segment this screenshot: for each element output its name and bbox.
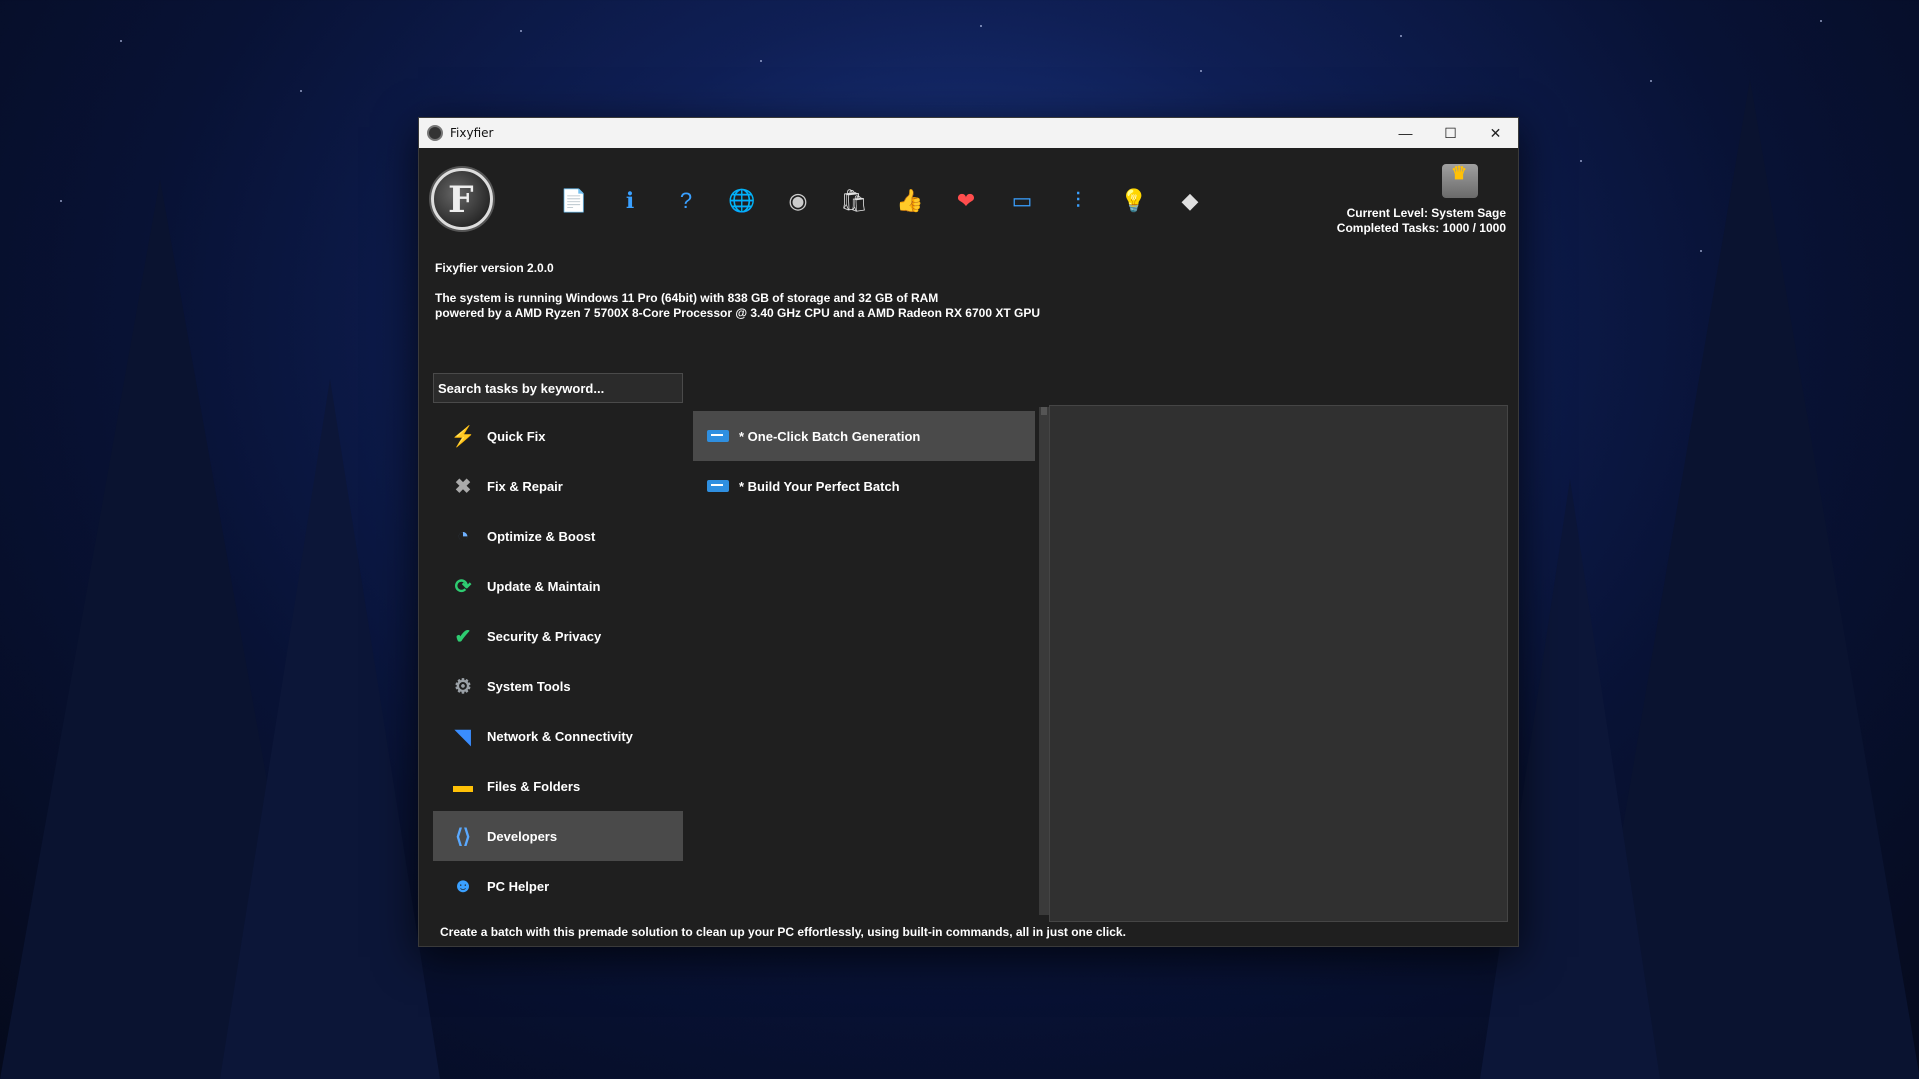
eraser-icon[interactable]: ◆ (1175, 186, 1205, 216)
system-info-line-1: The system is running Windows 11 Pro (64… (435, 291, 939, 305)
toolbar: 📄 ℹ? 🌐 ◉ 🛍 👍 ❤ ▭ ⫶ 💡 ◆ (559, 186, 1205, 216)
maximize-button[interactable]: ☐ (1428, 118, 1473, 148)
level-badge-icon[interactable] (1442, 164, 1478, 198)
category-icon: ▬ (453, 774, 473, 797)
category-list: ⚡ Quick Fix ✖ Fix & Repair ◔ Optimize & Boost… (433, 411, 683, 911)
task-item[interactable]: * Build Your Perfect Batch (693, 461, 1035, 511)
category-label: PC Helper (487, 878, 550, 894)
donate-heart-icon[interactable]: ❤ (951, 186, 981, 216)
help-icon[interactable]: ? (671, 186, 701, 216)
info-icon[interactable]: ℹ (615, 186, 645, 216)
task-list: * One-Click Batch Generation * Build Your… (693, 411, 1035, 921)
task-label: * One-Click Batch Generation (739, 428, 921, 444)
category-pc-helper[interactable]: ☻ PC Helper (433, 861, 683, 911)
current-level: Current Level: System Sage (1346, 206, 1506, 220)
category-label: Files & Folders (487, 778, 581, 794)
title-bar[interactable]: Fixyfier — ☐ ✕ (419, 118, 1518, 148)
sliders-icon[interactable]: ⫶ (1063, 186, 1093, 216)
category-quick-fix[interactable]: ⚡ Quick Fix (433, 411, 683, 461)
store-icon[interactable]: 🛍 (839, 186, 869, 216)
category-optimize-boost[interactable]: ◔ Optimize & Boost (433, 511, 683, 561)
task-item[interactable]: * One-Click Batch Generation (693, 411, 1035, 461)
category-label: Developers (487, 828, 558, 844)
github-icon[interactable]: ◉ (783, 186, 813, 216)
www-icon[interactable]: 🌐 (727, 186, 757, 216)
category-icon: ✖ (454, 475, 472, 498)
search-input[interactable] (433, 373, 683, 403)
window-toggle-icon[interactable]: ▭ (1007, 186, 1037, 216)
document-icon[interactable]: 📄 (559, 186, 589, 216)
app-window: Fixyfier — ☐ ✕ 📄 ℹ? 🌐 ◉ 🛍 👍 ❤ ▭ ⫶ 💡 ◆ Current Leve… (418, 117, 1519, 947)
category-developers[interactable]: ⟨⟩ Developers (433, 811, 683, 861)
task-list-scrollbar[interactable] (1039, 407, 1049, 915)
batch-icon (707, 480, 729, 492)
category-label: System Tools (487, 678, 571, 694)
category-icon: ◔ (456, 524, 470, 547)
version-label: Fixyfier version 2.0.0 (435, 261, 554, 275)
category-icon: ⟳ (454, 575, 472, 598)
category-icon: ☻ (452, 874, 474, 897)
completed-tasks: Completed Tasks: 1000 / 1000 (1336, 221, 1506, 235)
task-detail-panel (1049, 405, 1508, 922)
window-title: Fixyfier (450, 126, 494, 140)
category-label: Quick Fix (487, 428, 546, 444)
app-icon (427, 125, 443, 141)
category-fix-repair[interactable]: ✖ Fix & Repair (433, 461, 683, 511)
category-icon: ◥ (455, 725, 471, 748)
lightbulb-icon[interactable]: 💡 (1119, 186, 1149, 216)
category-security-privacy[interactable]: ✔ Security & Privacy (433, 611, 683, 661)
category-icon: ⚡ (450, 425, 476, 448)
fixyfier-logo[interactable] (431, 168, 493, 230)
category-files-folders[interactable]: ▬ Files & Folders (433, 761, 683, 811)
minimize-button[interactable]: — (1383, 118, 1428, 148)
category-label: Optimize & Boost (487, 528, 596, 544)
task-label: * Build Your Perfect Batch (739, 478, 900, 494)
category-update-maintain[interactable]: ⟳ Update & Maintain (433, 561, 683, 611)
task-description: Create a batch with this premade solutio… (440, 925, 1126, 939)
category-label: Fix & Repair (487, 478, 563, 494)
thumbs-up-icon[interactable]: 👍 (895, 186, 925, 216)
category-icon: ⚙ (454, 675, 472, 698)
category-system-tools[interactable]: ⚙ System Tools (433, 661, 683, 711)
system-info: The system is running Windows 11 Pro (64… (435, 291, 1040, 321)
category-label: Network & Connectivity (487, 728, 633, 744)
level-panel: Current Level: System Sage Completed Tas… (1337, 164, 1506, 236)
main-content: 📄 ℹ? 🌐 ◉ 🛍 👍 ❤ ▭ ⫶ 💡 ◆ Current Level: System Sage … (419, 148, 1518, 947)
category-label: Update & Maintain (487, 578, 601, 594)
batch-icon (707, 430, 729, 442)
category-icon: ⟨⟩ (455, 825, 471, 848)
background-tree-left-2 (220, 379, 440, 1079)
category-network-connectivity[interactable]: ◥ Network & Connectivity (433, 711, 683, 761)
system-info-line-2: powered by a AMD Ryzen 7 5700X 8-Core Pr… (435, 306, 1040, 320)
close-button[interactable]: ✕ (1473, 118, 1518, 148)
category-icon: ✔ (454, 625, 472, 648)
category-label: Security & Privacy (487, 628, 602, 644)
